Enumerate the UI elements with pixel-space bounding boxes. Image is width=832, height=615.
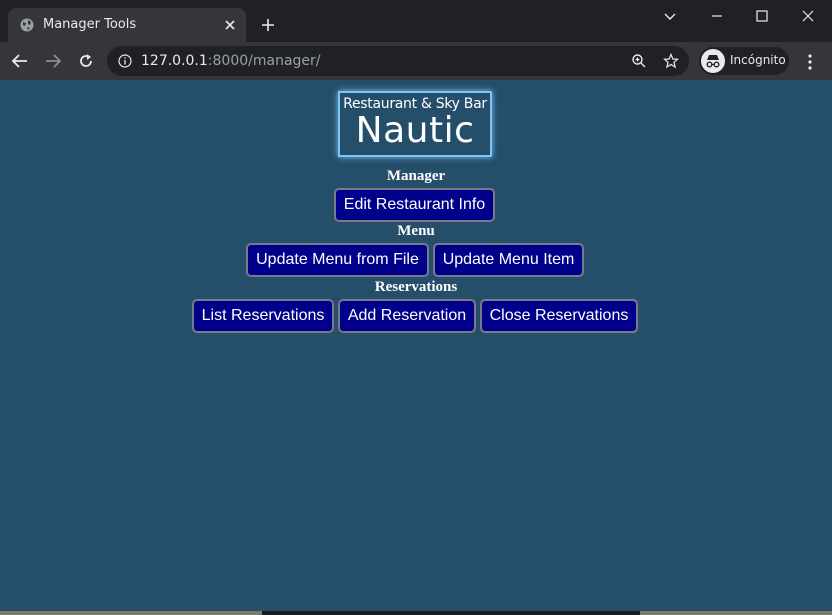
section-title-reservations: Reservations xyxy=(374,279,458,295)
update-menu-from-file-button[interactable]: Update Menu from File xyxy=(246,243,429,277)
list-reservations-button[interactable]: List Reservations xyxy=(192,299,334,333)
forward-arrow-icon[interactable] xyxy=(44,52,62,70)
section-title-manager: Manager xyxy=(386,168,446,184)
add-reservation-button[interactable]: Add Reservation xyxy=(338,299,476,333)
close-tab-icon[interactable] xyxy=(222,17,238,33)
incognito-profile-button[interactable]: Incógnito xyxy=(699,47,789,75)
url-host: 127.0.0.1 xyxy=(141,53,208,69)
info-icon[interactable] xyxy=(118,54,132,68)
reload-icon[interactable] xyxy=(77,52,95,70)
browser-tab[interactable]: Manager Tools xyxy=(8,8,246,42)
tab-title: Manager Tools xyxy=(43,17,137,32)
tab-search-chevron-icon[interactable] xyxy=(660,6,680,26)
profile-label: Incógnito xyxy=(730,53,786,67)
restaurant-logo: Restaurant & Sky Bar Nautic xyxy=(338,91,492,157)
browser-titlebar: Manager Tools xyxy=(0,0,832,42)
incognito-icon xyxy=(701,49,725,73)
globe-icon xyxy=(20,18,34,32)
new-tab-icon[interactable] xyxy=(260,17,276,33)
edit-restaurant-info-button[interactable]: Edit Restaurant Info xyxy=(334,188,495,222)
maximize-icon[interactable] xyxy=(752,6,772,26)
browser-toolbar: 127.0.0.1:8000/manager/ Incógnito xyxy=(0,42,832,80)
minimize-icon[interactable] xyxy=(707,6,727,26)
close-window-icon[interactable] xyxy=(798,6,818,26)
address-bar[interactable]: 127.0.0.1:8000/manager/ xyxy=(107,46,689,76)
section-title-menu: Menu xyxy=(397,223,435,239)
zoom-icon[interactable] xyxy=(631,53,647,69)
url-text[interactable]: 127.0.0.1:8000/manager/ xyxy=(141,53,321,69)
taskbar-edge-dark xyxy=(262,611,640,615)
back-arrow-icon[interactable] xyxy=(11,52,29,70)
logo-name: Nautic xyxy=(355,110,475,151)
url-path: :8000/manager/ xyxy=(207,53,321,69)
page-content: Restaurant & Sky Bar Nautic Manager Edit… xyxy=(0,80,832,615)
update-menu-item-button[interactable]: Update Menu Item xyxy=(433,243,584,277)
more-menu-icon[interactable] xyxy=(804,53,816,71)
bookmark-star-icon[interactable] xyxy=(663,53,679,69)
close-reservations-button[interactable]: Close Reservations xyxy=(480,299,638,333)
